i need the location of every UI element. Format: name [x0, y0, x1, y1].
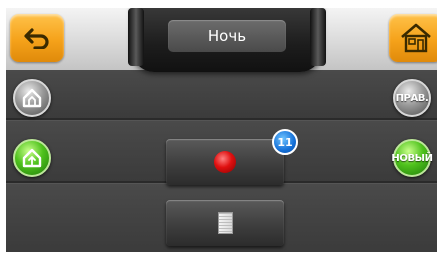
row-band-1 — [6, 70, 437, 118]
new-button[interactable]: НОВЫЙ — [391, 139, 433, 177]
notification-badge: 11 — [272, 129, 298, 155]
app-screen: Ночь ПРАВ. НОВЫЙ 11 — [6, 8, 437, 252]
edit-button-label: ПРАВ. — [395, 92, 429, 104]
exit-scene-button[interactable] — [13, 79, 51, 117]
record-dot-icon — [214, 151, 236, 173]
back-button[interactable] — [10, 14, 64, 62]
house-icon — [401, 23, 431, 53]
document-icon — [217, 212, 233, 234]
mode-title[interactable]: Ночь — [168, 20, 286, 52]
document-button[interactable] — [166, 200, 284, 246]
new-button-label: НОВЫЙ — [391, 152, 433, 164]
back-arrow-icon — [24, 28, 49, 49]
home-button[interactable] — [389, 14, 437, 62]
edit-button[interactable]: ПРАВ. — [393, 79, 431, 117]
house-enter-icon — [22, 148, 42, 168]
house-exit-icon — [22, 88, 42, 108]
record-button[interactable] — [166, 139, 284, 185]
enter-scene-button[interactable] — [13, 139, 51, 177]
